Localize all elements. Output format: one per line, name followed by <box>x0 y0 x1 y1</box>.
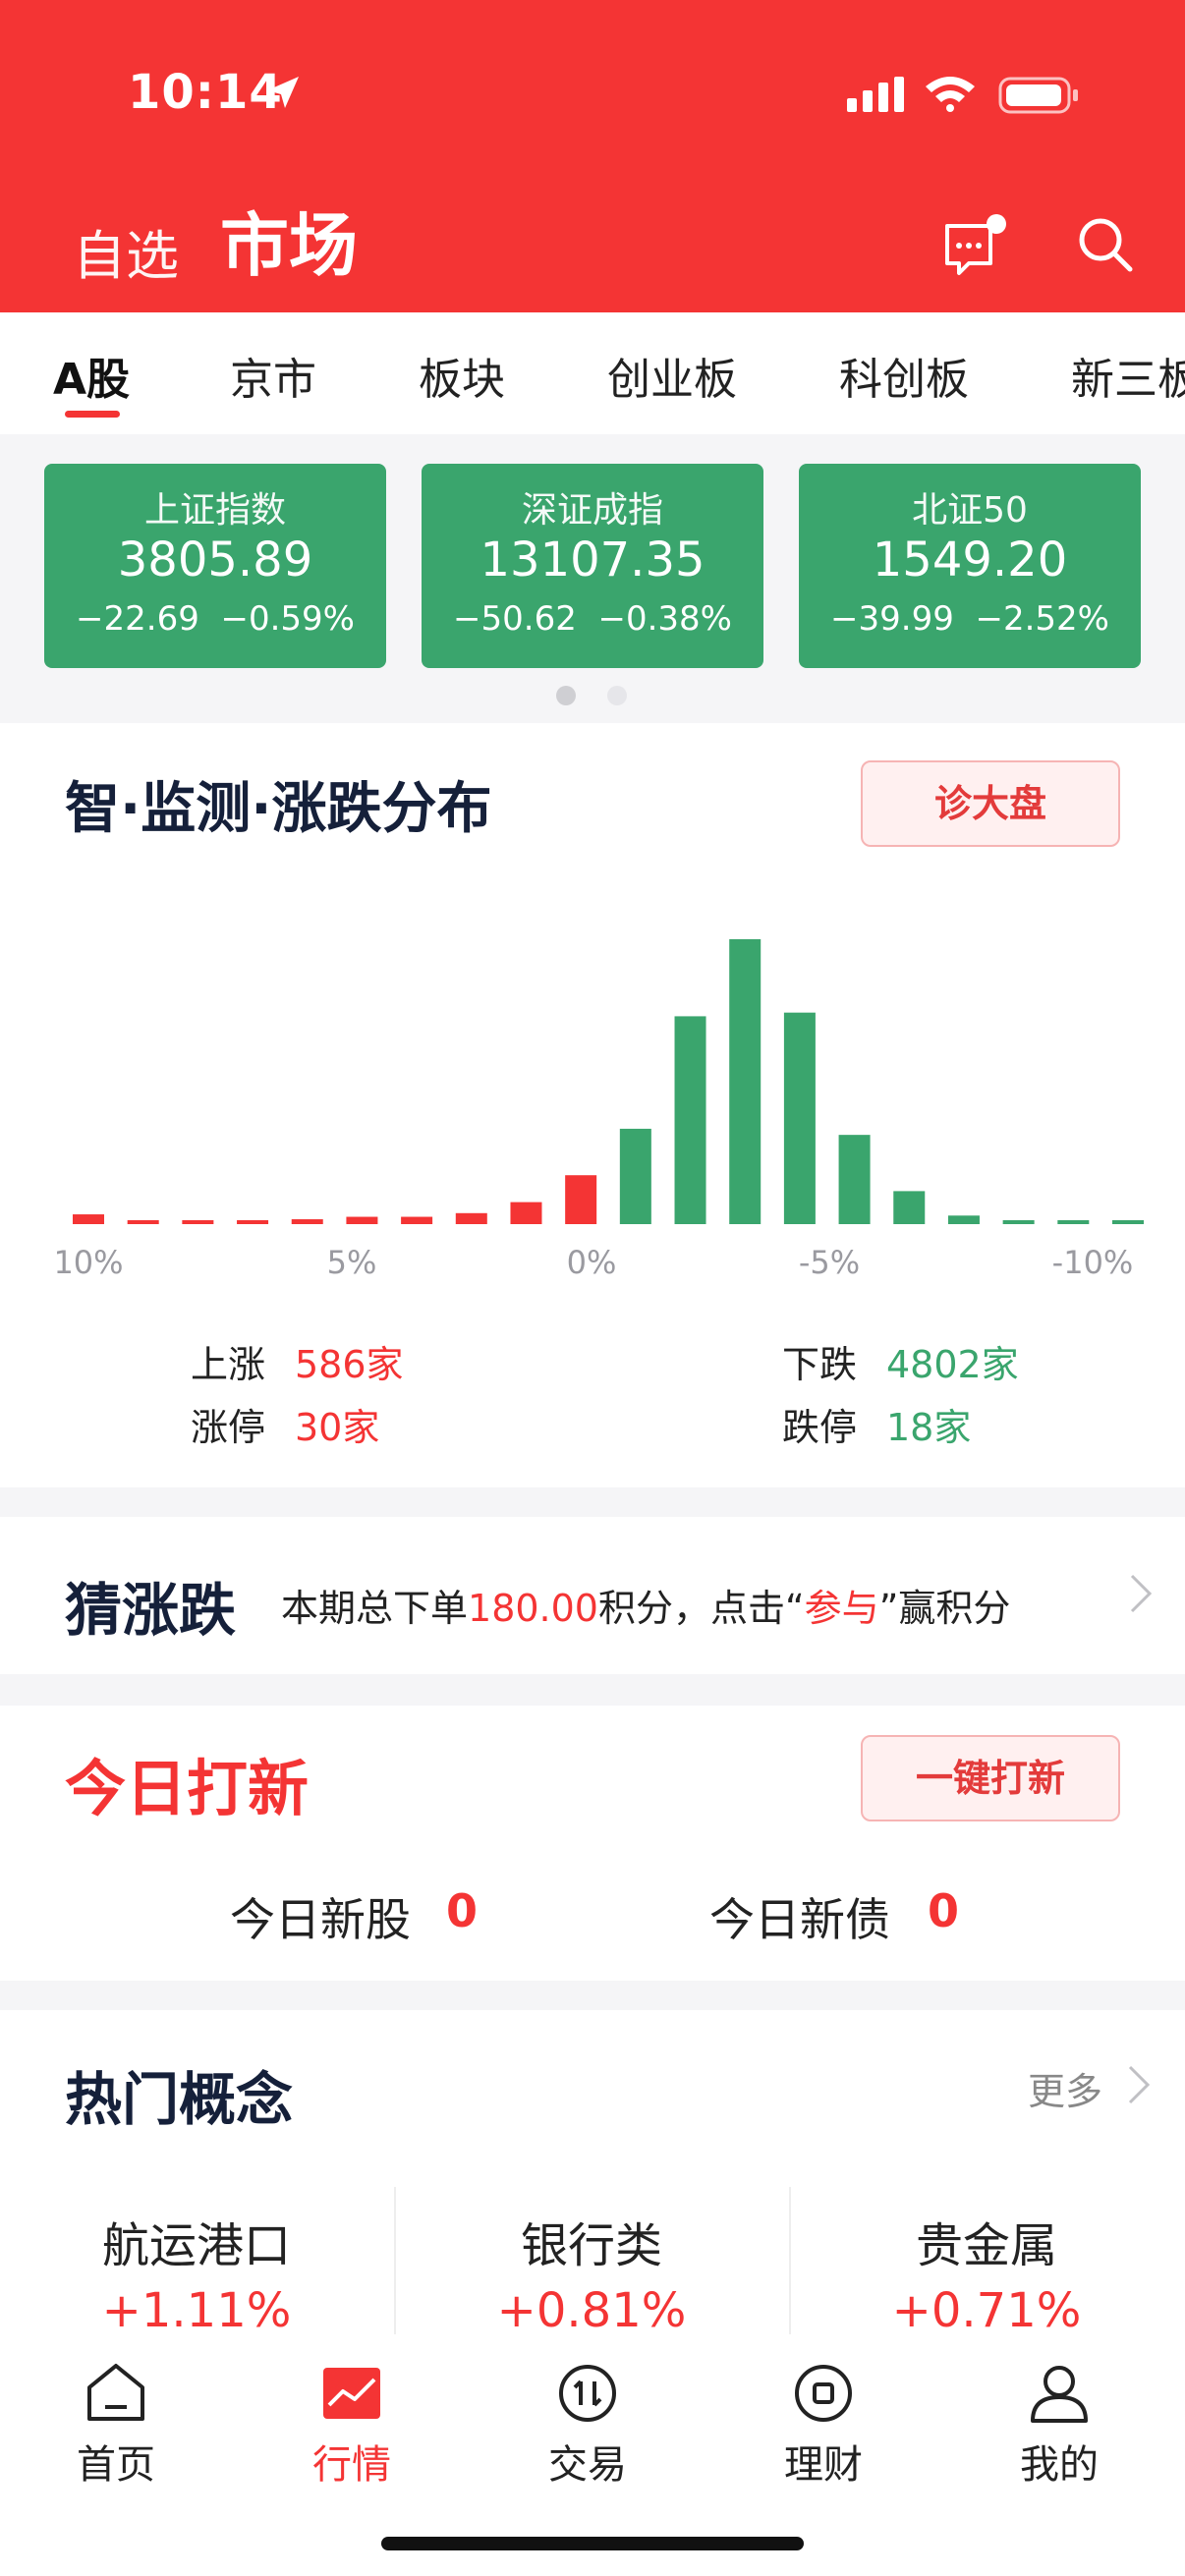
nav-trade[interactable]: 交易 <box>514 2433 661 2490</box>
distribution-bar <box>1057 1220 1090 1224</box>
more-link[interactable]: 更多 <box>1028 2061 1102 2115</box>
distribution-bar <box>510 1202 542 1224</box>
concept-name[interactable]: 银行类 <box>395 2207 788 2275</box>
guess-text-after: ”赢积分 <box>878 1587 1011 1630</box>
new-bonds-label[interactable]: 今日新债 <box>709 1884 890 1949</box>
guess-text-mid: 积分，点击“ <box>597 1587 805 1630</box>
distribution-bar <box>237 1220 269 1224</box>
market-chart-icon[interactable] <box>278 2358 425 2427</box>
distribution-bar <box>565 1175 597 1224</box>
distribution-bar <box>947 1215 980 1224</box>
concept-name[interactable]: 贵金属 <box>790 2207 1183 2275</box>
distribution-bar <box>1112 1220 1144 1224</box>
guess-amount: 180.00 <box>468 1587 598 1630</box>
trade-icon[interactable] <box>514 2358 661 2427</box>
chevron-right-icon[interactable] <box>1126 2063 1152 2106</box>
concept-change: +0.71% <box>891 2283 1082 2338</box>
down-label: 下跌 <box>782 1343 858 1386</box>
hot-concepts-title: 热门概念 <box>65 2066 294 2133</box>
down-value: 4802家 <box>886 1343 1019 1386</box>
axis-tick-label: 10% <box>53 1244 123 1281</box>
nav-wealth[interactable]: 理财 <box>750 2433 897 2490</box>
axis-tick-label: 5% <box>327 1244 377 1281</box>
new-stocks-label[interactable]: 今日新股 <box>230 1884 411 1949</box>
distribution-bar <box>783 1012 816 1224</box>
concept-change: +1.11% <box>101 2283 292 2338</box>
profile-icon[interactable] <box>986 2358 1133 2427</box>
distribution-bar <box>1002 1220 1035 1224</box>
up-label: 上涨 <box>191 1343 266 1386</box>
distribution-bar <box>127 1220 159 1224</box>
limit-up-label: 涨停 <box>191 1406 266 1449</box>
distribution-bar <box>729 939 762 1224</box>
axis-tick-label: 0% <box>567 1244 617 1281</box>
distribution-chart: 10% 5% 0% -5% -10% <box>53 939 1144 1281</box>
distribution-bar <box>838 1135 871 1224</box>
distribution-bar <box>401 1216 433 1224</box>
axis-tick-label: -5% <box>799 1244 860 1281</box>
nav-home[interactable]: 首页 <box>42 2433 190 2490</box>
axis-tick-label: -10% <box>1052 1244 1134 1281</box>
limit-down-label: 跌停 <box>782 1406 858 1449</box>
distribution-bar <box>674 1016 706 1224</box>
up-value: 586家 <box>295 1343 404 1386</box>
limit-up-value: 30家 <box>295 1406 380 1449</box>
one-click-ipo-button[interactable]: 一键打新 <box>861 1735 1120 1821</box>
guess-text-before: 本期总下单 <box>281 1587 469 1630</box>
distribution-bar <box>182 1220 214 1224</box>
guess-description: 本期总下单180.00积分，点击“参与”赢积分 <box>281 1578 1010 1632</box>
home-indicator <box>381 2537 804 2550</box>
chevron-right-icon[interactable] <box>1128 1572 1154 1615</box>
ipo-title: 今日打新 <box>65 1753 310 1824</box>
concept-change: +0.81% <box>496 2283 687 2338</box>
wealth-icon[interactable] <box>750 2358 897 2427</box>
home-icon[interactable] <box>42 2358 190 2427</box>
distribution-bar <box>455 1212 487 1224</box>
nav-profile[interactable]: 我的 <box>986 2433 1133 2490</box>
concept-name[interactable]: 航运港口 <box>0 2207 393 2275</box>
distribution-bar <box>619 1128 651 1224</box>
limit-down-value: 18家 <box>886 1406 972 1449</box>
distribution-bar <box>893 1191 926 1224</box>
distribution-bar <box>73 1214 104 1224</box>
guess-join-link[interactable]: 参与 <box>805 1587 879 1630</box>
nav-market[interactable]: 行情 <box>278 2433 425 2490</box>
guess-title: 猜涨跌 <box>65 1577 237 1644</box>
distribution-bar <box>346 1216 378 1224</box>
new-bonds-value: 0 <box>928 1884 960 1937</box>
new-stocks-value: 0 <box>446 1884 479 1937</box>
distribution-bar <box>291 1219 323 1224</box>
